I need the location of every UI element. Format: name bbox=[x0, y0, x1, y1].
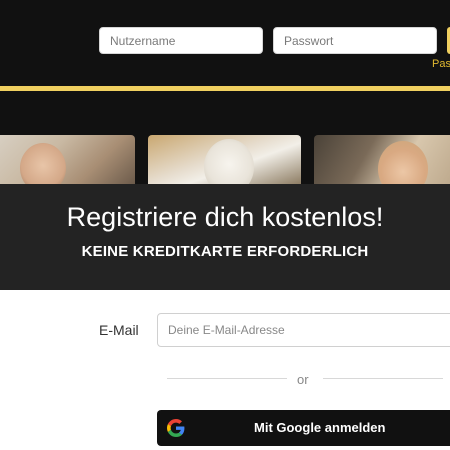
forgot-password-link[interactable]: Passwort vergessen? bbox=[432, 58, 450, 70]
profile-photo[interactable] bbox=[148, 135, 301, 185]
google-signin-button[interactable]: Mit Google anmelden bbox=[157, 410, 450, 446]
google-icon bbox=[167, 419, 185, 437]
password-input[interactable] bbox=[273, 27, 437, 54]
google-button-label: Mit Google anmelden bbox=[254, 420, 386, 435]
profile-face bbox=[20, 143, 66, 185]
signup-banner: Registriere dich kostenlos! KEINE KREDIT… bbox=[0, 184, 450, 290]
profile-photo[interactable] bbox=[314, 135, 450, 185]
divider-line-left bbox=[167, 378, 287, 379]
top-header: Passwort vergessen? bbox=[0, 0, 450, 86]
email-input[interactable] bbox=[157, 313, 450, 347]
divider-line-right bbox=[323, 378, 443, 379]
email-label: E-Mail bbox=[99, 322, 139, 338]
username-input[interactable] bbox=[99, 27, 263, 54]
banner-subtitle: KEINE KREDITKARTE ERFORDERLICH bbox=[81, 243, 369, 260]
header-strip bbox=[0, 91, 450, 135]
profile-photo-row bbox=[0, 135, 450, 185]
or-separator: or bbox=[297, 372, 309, 387]
profile-photo[interactable] bbox=[0, 135, 135, 185]
profile-face bbox=[378, 141, 428, 185]
banner-title: Registriere dich kostenlos! bbox=[66, 202, 384, 232]
profile-face bbox=[204, 139, 254, 185]
